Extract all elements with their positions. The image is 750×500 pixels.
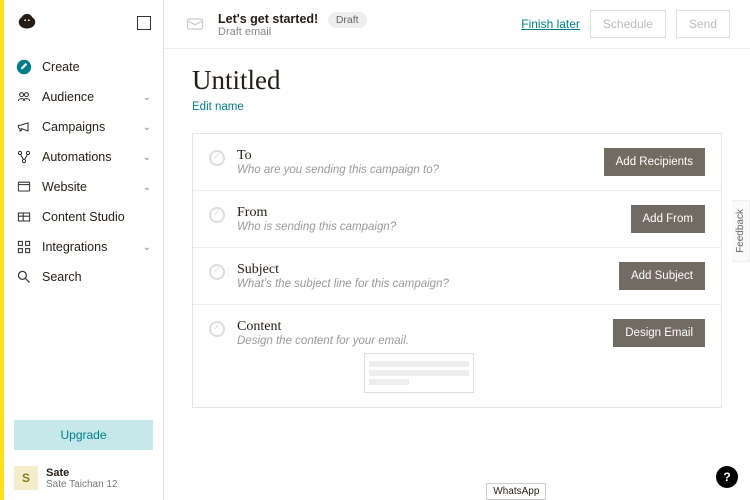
section-title: From: [237, 205, 619, 221]
sidebar-nav: Create Audience ⌄ Campaigns ⌄ Automation…: [4, 52, 163, 412]
search-icon: [16, 269, 32, 285]
check-icon: [209, 207, 225, 223]
check-icon: [209, 264, 225, 280]
whatsapp-tooltip: WhatsApp: [486, 483, 546, 500]
sidebar-item-audience[interactable]: Audience ⌄: [4, 82, 163, 112]
add-subject-button[interactable]: Add Subject: [619, 262, 705, 290]
check-icon: [209, 321, 225, 337]
user-account-row[interactable]: S Sate Sate Taichan 12: [4, 458, 163, 500]
finish-later-link[interactable]: Finish later: [521, 17, 580, 31]
chevron-down-icon: ⌄: [143, 182, 151, 193]
section-desc: Design the content for your email.: [237, 335, 601, 347]
edit-name-link[interactable]: Edit name: [192, 101, 244, 113]
sidebar: Create Audience ⌄ Campaigns ⌄ Automation…: [4, 0, 164, 500]
megaphone-icon: [16, 119, 32, 135]
add-from-button[interactable]: Add From: [631, 205, 706, 233]
page-title: Untitled: [192, 65, 722, 96]
topbar-title: Let's get started!: [218, 12, 318, 26]
sidebar-item-campaigns[interactable]: Campaigns ⌄: [4, 112, 163, 142]
user-sub: Sate Taichan 12: [46, 479, 118, 490]
add-recipients-button[interactable]: Add Recipients: [604, 148, 705, 176]
sidebar-item-label: Campaigns: [42, 120, 143, 134]
website-icon: [16, 179, 32, 195]
chevron-down-icon: ⌄: [143, 152, 151, 163]
send-button[interactable]: Send: [676, 10, 730, 38]
section-title: Subject: [237, 262, 607, 278]
schedule-button[interactable]: Schedule: [590, 10, 666, 38]
section-subject: Subject What's the subject line for this…: [193, 248, 721, 305]
sidebar-item-label: Integrations: [42, 240, 143, 254]
draft-badge: Draft: [328, 12, 367, 28]
user-info: Sate Sate Taichan 12: [46, 467, 118, 490]
sidebar-item-label: Create: [42, 60, 151, 74]
section-to: To Who are you sending this campaign to?…: [193, 134, 721, 191]
automations-icon: [16, 149, 32, 165]
user-avatar: S: [14, 466, 38, 490]
section-desc: Who is sending this campaign?: [237, 221, 619, 233]
sidebar-item-content-studio[interactable]: Content Studio: [4, 202, 163, 232]
chevron-down-icon: ⌄: [143, 122, 151, 133]
section-from: From Who is sending this campaign? Add F…: [193, 191, 721, 248]
email-wireframe-preview: [364, 353, 474, 393]
main-content: Let's get started! Draft Draft email Fin…: [164, 0, 750, 500]
audience-icon: [16, 89, 32, 105]
feedback-tab[interactable]: Feedback: [732, 200, 750, 262]
check-icon: [209, 150, 225, 166]
sidebar-item-label: Audience: [42, 90, 143, 104]
campaign-sections-card: To Who are you sending this campaign to?…: [192, 133, 722, 408]
chevron-down-icon: ⌄: [143, 92, 151, 103]
chevron-down-icon: ⌄: [143, 242, 151, 253]
sidebar-item-label: Automations: [42, 150, 143, 164]
section-desc: Who are you sending this campaign to?: [237, 164, 592, 176]
sidebar-item-automations[interactable]: Automations ⌄: [4, 142, 163, 172]
integrations-icon: [16, 239, 32, 255]
topbar: Let's get started! Draft Draft email Fin…: [164, 0, 750, 49]
sidebar-item-label: Search: [42, 270, 151, 284]
section-title: Content: [237, 319, 601, 335]
sidebar-item-integrations[interactable]: Integrations ⌄: [4, 232, 163, 262]
section-desc: What's the subject line for this campaig…: [237, 278, 607, 290]
user-name: Sate: [46, 467, 118, 479]
sidebar-item-label: Content Studio: [42, 210, 151, 224]
pencil-icon: [16, 59, 32, 75]
help-button[interactable]: ?: [716, 466, 738, 488]
content-studio-icon: [16, 209, 32, 225]
sidebar-item-website[interactable]: Website ⌄: [4, 172, 163, 202]
section-content: Content Design the content for your emai…: [193, 305, 721, 407]
mail-icon: [184, 13, 206, 35]
section-title: To: [237, 148, 592, 164]
sidebar-toggle-icon[interactable]: [137, 16, 151, 30]
mailchimp-logo-icon[interactable]: [16, 12, 38, 34]
sidebar-item-label: Website: [42, 180, 143, 194]
sidebar-item-search[interactable]: Search: [4, 262, 163, 292]
sidebar-item-create[interactable]: Create: [4, 52, 163, 82]
design-email-button[interactable]: Design Email: [613, 319, 705, 347]
upgrade-button[interactable]: Upgrade: [14, 420, 153, 450]
